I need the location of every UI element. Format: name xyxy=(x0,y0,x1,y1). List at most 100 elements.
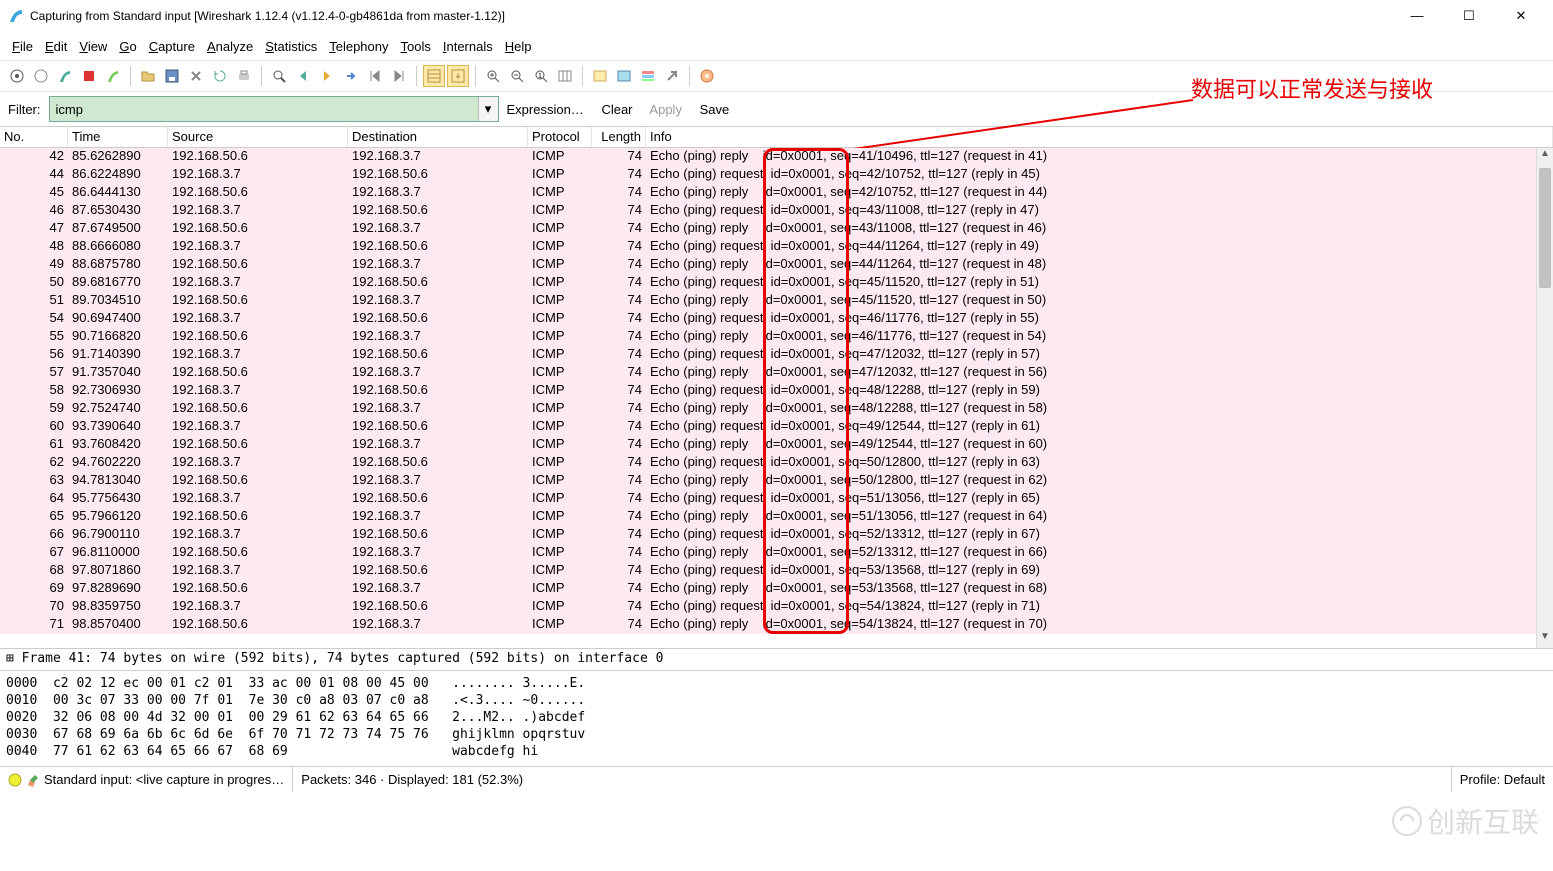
packet-row[interactable]: 6897.8071860192.168.3.7192.168.50.6ICMP7… xyxy=(0,562,1553,580)
print-icon[interactable] xyxy=(233,65,255,87)
packet-list[interactable]: 4285.6262890192.168.50.6192.168.3.7ICMP7… xyxy=(0,148,1553,648)
maximize-button[interactable]: ☐ xyxy=(1455,8,1483,24)
col-info[interactable]: Info xyxy=(646,127,1553,147)
capture-filters-icon[interactable] xyxy=(589,65,611,87)
help-icon[interactable] xyxy=(696,65,718,87)
menu-internals[interactable]: Internals xyxy=(439,37,497,56)
packet-row[interactable]: 5691.7140390192.168.3.7192.168.50.6ICMP7… xyxy=(0,346,1553,364)
close-button[interactable]: ✕ xyxy=(1507,8,1535,24)
packet-row[interactable]: 6093.7390640192.168.3.7192.168.50.6ICMP7… xyxy=(0,418,1553,436)
save-link[interactable]: Save xyxy=(700,102,730,117)
watermark: 创新互联 xyxy=(1391,801,1539,841)
resize-columns-icon[interactable] xyxy=(554,65,576,87)
goto-icon[interactable] xyxy=(340,65,362,87)
menu-telephony[interactable]: Telephony xyxy=(325,37,392,56)
packet-row[interactable]: 6294.7602220192.168.3.7192.168.50.6ICMP7… xyxy=(0,454,1553,472)
preferences-icon[interactable] xyxy=(661,65,683,87)
col-destination[interactable]: Destination xyxy=(348,127,528,147)
coloring-rules-icon[interactable] xyxy=(637,65,659,87)
packet-row[interactable]: 5089.6816770192.168.3.7192.168.50.6ICMP7… xyxy=(0,274,1553,292)
toolbar: 1 xyxy=(0,60,1553,92)
packet-row[interactable]: 5892.7306930192.168.3.7192.168.50.6ICMP7… xyxy=(0,382,1553,400)
packet-bytes-hex[interactable]: 0000 c2 02 12 ec 00 01 c2 01 33 ac 00 01… xyxy=(0,670,1553,766)
packet-row[interactable]: 6193.7608420192.168.50.6192.168.3.7ICMP7… xyxy=(0,436,1553,454)
packet-row[interactable]: 5189.7034510192.168.50.6192.168.3.7ICMP7… xyxy=(0,292,1553,310)
packet-row[interactable]: 4285.6262890192.168.50.6192.168.3.7ICMP7… xyxy=(0,148,1553,166)
packet-row[interactable]: 6796.8110000192.168.50.6192.168.3.7ICMP7… xyxy=(0,544,1553,562)
packet-details-tree[interactable]: ⊞ Frame 41: 74 bytes on wire (592 bits),… xyxy=(0,648,1553,670)
statusbar: Standard input: <live capture in progres… xyxy=(0,766,1553,792)
packet-row[interactable]: 4888.6666080192.168.3.7192.168.50.6ICMP7… xyxy=(0,238,1553,256)
packet-row[interactable]: 5791.7357040192.168.50.6192.168.3.7ICMP7… xyxy=(0,364,1553,382)
interfaces-icon[interactable] xyxy=(6,65,28,87)
reload-icon[interactable] xyxy=(209,65,231,87)
titlebar: Capturing from Standard input [Wireshark… xyxy=(0,0,1553,32)
filter-dropdown-icon[interactable]: ▾ xyxy=(478,97,498,121)
start-capture-icon[interactable] xyxy=(54,65,76,87)
packet-row[interactable]: 6997.8289690192.168.50.6192.168.3.7ICMP7… xyxy=(0,580,1553,598)
packet-row[interactable]: 4787.6749500192.168.50.6192.168.3.7ICMP7… xyxy=(0,220,1553,238)
menu-statistics[interactable]: Statistics xyxy=(261,37,321,56)
menu-analyze[interactable]: Analyze xyxy=(203,37,257,56)
col-length[interactable]: Length xyxy=(592,127,646,147)
vertical-scrollbar[interactable]: ▲ ▼ xyxy=(1536,148,1553,648)
close-file-icon[interactable] xyxy=(185,65,207,87)
menubar: FileEditViewGo CaptureAnalyzeStatisticsTe… xyxy=(0,32,1553,60)
display-filters-icon[interactable] xyxy=(613,65,635,87)
packet-row[interactable]: 4687.6530430192.168.3.7192.168.50.6ICMP7… xyxy=(0,202,1553,220)
restart-capture-icon[interactable] xyxy=(102,65,124,87)
menu-tools[interactable]: Tools xyxy=(397,37,435,56)
stop-capture-icon[interactable] xyxy=(78,65,100,87)
packet-row[interactable]: 5992.7524740192.168.50.6192.168.3.7ICMP7… xyxy=(0,400,1553,418)
apply-link[interactable]: Apply xyxy=(649,102,682,117)
packet-row[interactable]: 7098.8359750192.168.3.7192.168.50.6ICMP7… xyxy=(0,598,1553,616)
clear-link[interactable]: Clear xyxy=(601,102,632,117)
find-icon[interactable] xyxy=(268,65,290,87)
autoscroll-icon[interactable] xyxy=(447,65,469,87)
menu-file[interactable]: File xyxy=(8,37,37,56)
packet-row[interactable]: 4586.6444130192.168.50.6192.168.3.7ICMP7… xyxy=(0,184,1553,202)
zoom-in-icon[interactable] xyxy=(482,65,504,87)
colorize-icon[interactable] xyxy=(423,65,445,87)
packet-row[interactable]: 7198.8570400192.168.50.6192.168.3.7ICMP7… xyxy=(0,616,1553,634)
filterbar: Filter: ▾ Expression… Clear Apply Save xyxy=(0,92,1553,126)
packet-row[interactable]: 4486.6224890192.168.3.7192.168.50.6ICMP7… xyxy=(0,166,1553,184)
save-icon[interactable] xyxy=(161,65,183,87)
expression-link[interactable]: Expression… xyxy=(507,102,584,117)
packet-row[interactable]: 6394.7813040192.168.50.6192.168.3.7ICMP7… xyxy=(0,472,1553,490)
menu-edit[interactable]: Edit xyxy=(41,37,71,56)
filter-label: Filter: xyxy=(8,102,41,117)
options-icon[interactable] xyxy=(30,65,52,87)
filter-input[interactable] xyxy=(50,102,478,117)
open-icon[interactable] xyxy=(137,65,159,87)
scroll-thumb[interactable] xyxy=(1539,168,1551,288)
col-source[interactable]: Source xyxy=(168,127,348,147)
packet-row[interactable]: 6595.7966120192.168.50.6192.168.3.7ICMP7… xyxy=(0,508,1553,526)
packet-row[interactable]: 5590.7166820192.168.50.6192.168.3.7ICMP7… xyxy=(0,328,1553,346)
goto-first-icon[interactable] xyxy=(364,65,386,87)
packet-row[interactable]: 4988.6875780192.168.50.6192.168.3.7ICMP7… xyxy=(0,256,1553,274)
col-no[interactable]: No. xyxy=(0,127,68,147)
packet-row[interactable]: 5490.6947400192.168.3.7192.168.50.6ICMP7… xyxy=(0,310,1553,328)
forward-icon[interactable] xyxy=(316,65,338,87)
menu-go[interactable]: Go xyxy=(115,37,140,56)
menu-help[interactable]: Help xyxy=(501,37,536,56)
col-protocol[interactable]: Protocol xyxy=(528,127,592,147)
window-title: Capturing from Standard input [Wireshark… xyxy=(30,9,1403,23)
col-time[interactable]: Time xyxy=(68,127,168,147)
packet-row[interactable]: 6696.7900110192.168.3.7192.168.50.6ICMP7… xyxy=(0,526,1553,544)
menu-view[interactable]: View xyxy=(75,37,111,56)
goto-last-icon[interactable] xyxy=(388,65,410,87)
status-profile[interactable]: Profile: Default xyxy=(1452,767,1553,792)
filter-links: Expression… Clear Apply Save xyxy=(507,102,744,117)
status-packets: Packets: 346 · Displayed: 181 (52.3%) xyxy=(293,767,1451,792)
minimize-button[interactable]: — xyxy=(1403,8,1431,24)
expert-info-icon[interactable] xyxy=(8,773,22,787)
zoom-out-icon[interactable] xyxy=(506,65,528,87)
status-left: Standard input: <live capture in progres… xyxy=(0,767,293,792)
zoom-reset-icon[interactable]: 1 xyxy=(530,65,552,87)
edit-capture-icon[interactable] xyxy=(26,773,40,787)
packet-row[interactable]: 6495.7756430192.168.3.7192.168.50.6ICMP7… xyxy=(0,490,1553,508)
back-icon[interactable] xyxy=(292,65,314,87)
menu-capture[interactable]: Capture xyxy=(145,37,199,56)
